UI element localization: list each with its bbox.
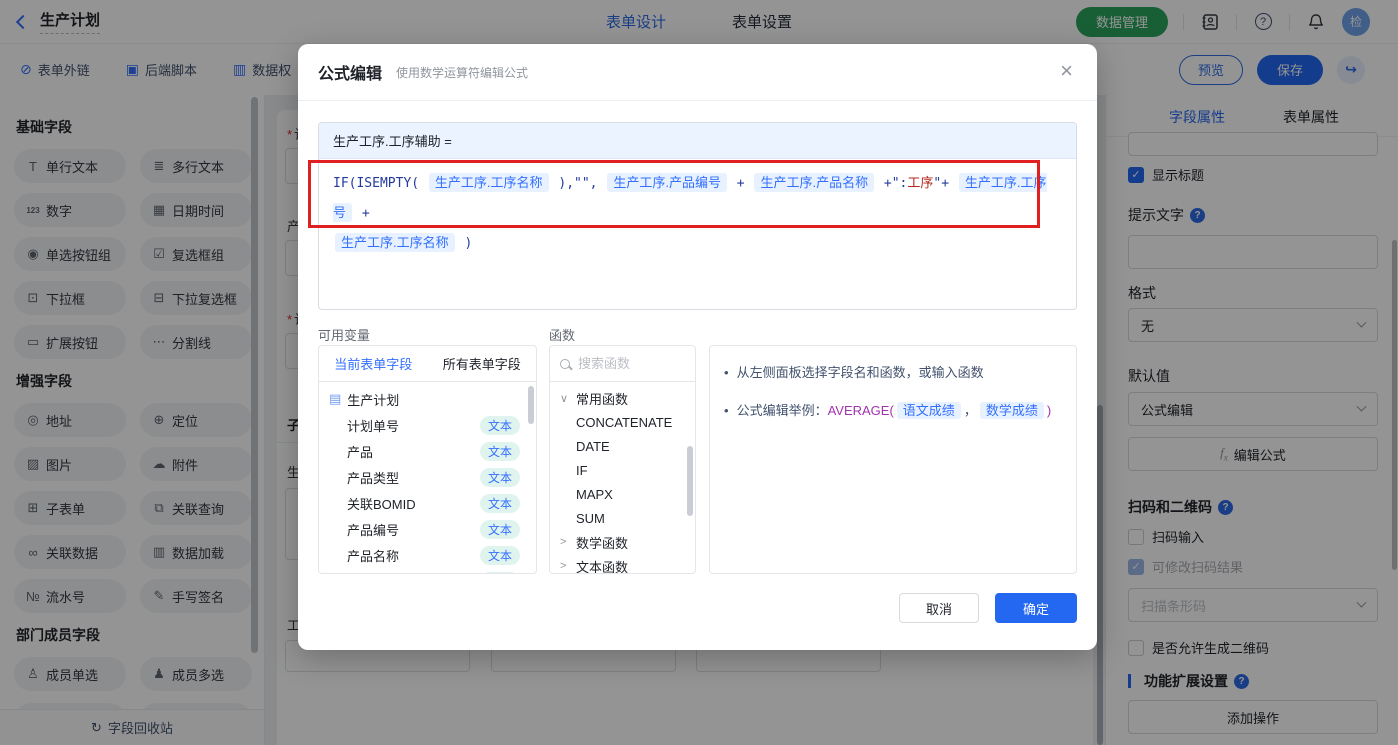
tab-all-form-fields[interactable]: 所有表单字段 <box>428 346 537 381</box>
formula-code-token: 工序 <box>907 176 934 191</box>
variable-row[interactable]: 产品编号 文本 <box>319 516 536 542</box>
function-group-label: 常用函数 <box>576 391 629 407</box>
formula-code-token: IF(ISEMPTY( <box>333 176 427 191</box>
function-item[interactable]: MAPX <box>550 482 695 506</box>
modal-title: 公式编辑 <box>318 66 383 83</box>
function-item[interactable]: CONCATENATE <box>550 410 695 434</box>
help-line-2: • 公式编辑举例：AVERAGE(语文成绩，数学成绩) <box>724 400 1062 422</box>
field-type-badge: 文本 <box>479 519 520 539</box>
modal-subtitle: 使用数学运算符编辑公式 <box>396 65 529 80</box>
function-group[interactable]: > 文本函数 <box>550 554 695 574</box>
variable-name: 产品名称 <box>347 548 400 564</box>
function-group[interactable]: > 数学函数 <box>550 530 695 554</box>
formula-code-token: +": <box>876 176 908 191</box>
chevron-expanded-icon: ∨ <box>560 392 569 405</box>
variables-panel: 当前表单字段 所有表单字段 ▤ 生产计划 计划单号 文本 产品 文本 产品类型 文本 关联BOM… <box>318 345 537 574</box>
cancel-button[interactable]: 取消 <box>899 593 979 623</box>
bullet-icon: • <box>724 365 729 380</box>
field-type-badge: 文本 <box>479 493 520 513</box>
formula-code-token: "+ <box>933 176 957 191</box>
formula-field-token[interactable]: 生产工序.产品名称 <box>754 173 875 192</box>
formula-field-token[interactable]: 生产工序.工序名称 <box>335 233 455 252</box>
variable-name: 产品 <box>347 444 374 460</box>
function-group-label: 文本函数 <box>576 559 629 574</box>
functions-tree: ∨ 常用函数 CONCATENATE DATE IF MAPX SUM > 数学函数 > 文本函数 <box>550 382 695 574</box>
document-icon: ▤ <box>329 391 342 406</box>
field-type-badge: 文本 <box>479 571 520 573</box>
field-type-badge: 文本 <box>479 441 520 461</box>
function-item[interactable]: DATE <box>550 434 695 458</box>
formula-editor-modal: 公式编辑 使用数学运算符编辑公式 × 生产工序.工序辅助 = IF(ISEMPT… <box>298 44 1097 650</box>
variable-name: 计划单号 <box>347 418 400 434</box>
variable-row[interactable]: 产品名称 文本 <box>319 542 536 568</box>
help-line-1: • 从左侧面板选择字段名和函数，或输入函数 <box>724 362 1062 384</box>
function-item[interactable]: IF <box>550 458 695 482</box>
formula-code-token: ),"", <box>550 176 606 191</box>
chevron-collapsed-icon: > <box>560 536 567 548</box>
functions-panel: ∨ 常用函数 CONCATENATEDATEIFMAPXSUM > 数学函数 > 文本函数 <box>549 345 696 574</box>
formula-box: 生产工序.工序辅助 = IF(ISEMPTY( 生产工序.工序名称 ),"", … <box>318 122 1077 310</box>
variable-row[interactable]: 关联BOMID 文本 <box>319 490 536 516</box>
formula-field-token[interactable]: 生产工序.工序名称 <box>428 173 549 192</box>
close-icon[interactable]: × <box>1060 60 1073 82</box>
function-search[interactable] <box>550 346 695 382</box>
variable-name: 产品编号 <box>347 522 400 538</box>
example-field-chip: 语文成绩 <box>896 402 961 419</box>
formula-code-token: ) <box>456 236 473 251</box>
variable-name: 关联BOMID <box>347 496 416 512</box>
functions-scrollbar[interactable] <box>687 446 693 516</box>
help-panel: • 从左侧面板选择字段名和函数，或输入函数 • 公式编辑举例：AVERAGE(语… <box>709 345 1077 574</box>
formula-editor[interactable]: IF(ISEMPTY( 生产工序.工序名称 ),"", 生产工序.产品编号 + … <box>319 159 1076 267</box>
function-group-label: 数学函数 <box>576 535 629 551</box>
variable-root-node[interactable]: ▤ 生产计划 <box>319 386 536 412</box>
formula-code-token: + <box>728 176 753 191</box>
chevron-collapsed-icon: > <box>560 560 567 572</box>
functions-label: 函数 <box>549 328 576 343</box>
variables-scrollbar[interactable] <box>528 386 534 424</box>
app-root: 生产计划 表单设计 表单设置 数据管理 ? 检 ⊘ 表单外链 ▣ 后端脚本 ▥ 数据权 预… <box>0 0 1398 745</box>
modal-header: 公式编辑 使用数学运算符编辑公式 × <box>298 44 1097 101</box>
variable-row[interactable]: 计划单号 文本 <box>319 412 536 438</box>
formula-code-token: + <box>354 206 370 221</box>
variables-tree: ▤ 生产计划 计划单号 文本 产品 文本 产品类型 文本 关联BOMID 文本 产品编号 文本 产品名称… <box>319 382 536 573</box>
function-group[interactable]: ∨ 常用函数 <box>550 386 695 410</box>
variable-row[interactable]: 产品类型 文本 <box>319 464 536 490</box>
variable-row[interactable]: 产品 文本 <box>319 438 536 464</box>
field-type-badge: 文本 <box>479 415 520 435</box>
example-field-chip: 数学成绩 <box>979 402 1044 419</box>
field-type-badge: 文本 <box>479 545 520 565</box>
variable-row[interactable]: 文本 <box>319 568 536 573</box>
function-item[interactable]: SUM <box>550 506 695 530</box>
tab-current-form-fields[interactable]: 当前表单字段 <box>319 346 428 381</box>
confirm-button[interactable]: 确定 <box>995 593 1077 623</box>
variable-name: 产品类型 <box>347 470 400 486</box>
formula-target: 生产工序.工序辅助 = <box>319 123 1076 159</box>
variables-label: 可用变量 <box>318 328 371 343</box>
bullet-icon: • <box>724 403 729 418</box>
field-type-badge: 文本 <box>479 467 520 487</box>
formula-field-token[interactable]: 生产工序.产品编号 <box>607 173 727 192</box>
function-search-input[interactable] <box>578 356 678 371</box>
search-icon <box>560 358 570 369</box>
variable-root-label: 生产计划 <box>347 392 400 408</box>
